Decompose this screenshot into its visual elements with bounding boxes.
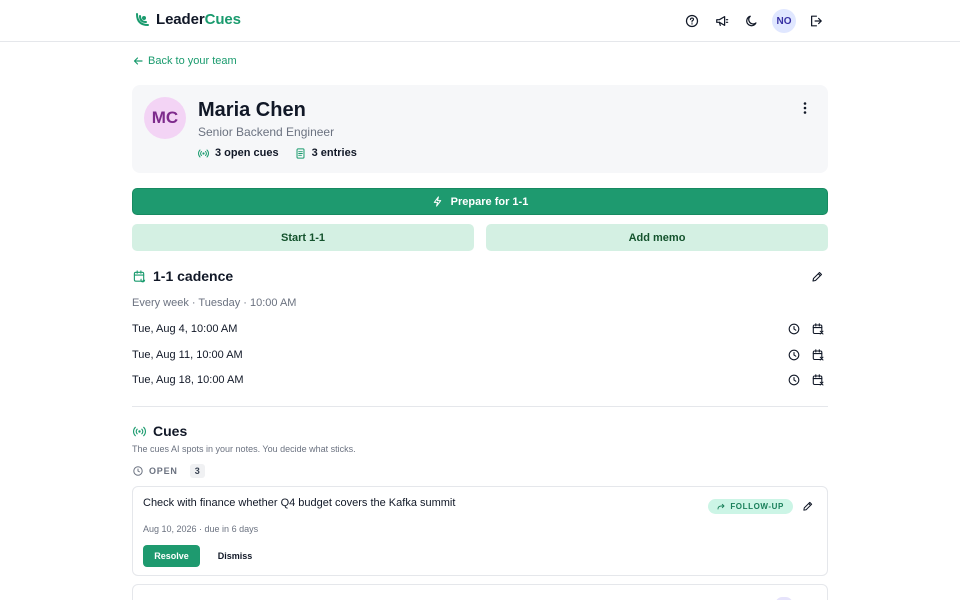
cue-due-date: Aug 10, 2026 · due in 6 days [143,524,259,534]
entries-count: 3 entries [311,147,357,159]
resolve-button[interactable]: Resolve [143,545,200,567]
open-count-badge: 3 [189,464,205,478]
cadence-title: 1-1 cadence [153,268,234,284]
clock-icon [133,466,143,476]
leadercues-logo-icon [136,12,149,26]
lightning-icon [433,196,441,207]
calendar-sync-icon [133,269,146,282]
calendar-x-icon[interactable] [812,374,824,386]
signal-icon [133,426,146,436]
cadence-session-row: Tue, Aug 4, 10:00 AM [132,320,828,338]
session-date: Tue, Aug 11, 10:00 AM [132,349,243,361]
member-profile-card: MC Maria Chen Senior Backend Engineer 3 … [132,85,828,173]
document-icon [296,147,305,159]
profile-more-menu-button[interactable] [800,100,810,116]
redo-arrow-icon [717,503,725,509]
add-memo-button[interactable]: Add memo [486,224,828,251]
section-divider [132,406,828,407]
moon-icon [746,15,757,27]
dismiss-button[interactable]: Dismiss [211,545,259,567]
signal-icon [198,149,209,157]
back-link-label: Back to your team [148,55,237,67]
edit-cue-pencil-icon[interactable] [802,501,813,512]
dark-mode-toggle[interactable] [742,9,762,33]
logout-button[interactable] [806,9,826,33]
open-label: OPEN [149,466,178,476]
calendar-x-icon[interactable] [812,349,824,361]
cues-section-header: Cues [133,423,187,439]
announcements-button[interactable] [712,9,732,33]
member-name: Maria Chen [198,99,306,121]
brand-name: LeaderCues [156,11,241,28]
cues-subtitle: The cues AI spots in your notes. You dec… [132,444,356,454]
open-cues-count: 3 open cues [215,147,279,159]
calendar-x-icon[interactable] [812,323,824,335]
user-avatar[interactable]: NO [772,9,796,33]
session-date: Tue, Aug 18, 10:00 AM [132,374,244,386]
cadence-section-header: 1-1 cadence [133,268,233,284]
edit-cadence-pencil-icon[interactable] [811,271,823,283]
cadence-session-row: Tue, Aug 18, 10:00 AM [132,371,828,389]
entries-stat: 3 entries [295,147,357,159]
cue-card [132,584,828,600]
logout-icon [811,15,822,27]
help-button[interactable] [682,9,702,33]
reschedule-clock-icon[interactable] [788,374,800,386]
tag-label: FOLLOW-UP [730,502,784,511]
session-date: Tue, Aug 4, 10:00 AM [132,323,238,335]
open-cues-stat: 3 open cues [198,147,279,159]
prepare-button-label: Prepare for 1-1 [450,195,529,208]
follow-up-tag: FOLLOW-UP [708,499,793,514]
start-1-1-button[interactable]: Start 1-1 [132,224,474,251]
reschedule-clock-icon[interactable] [788,323,800,335]
help-icon [685,14,699,28]
arrow-left-icon [133,57,143,65]
member-role: Senior Backend Engineer [198,125,335,139]
open-cues-filter[interactable]: OPEN 3 [133,464,205,478]
prepare-for-1-1-button[interactable]: Prepare for 1-1 [132,188,828,215]
more-vertical-icon [803,102,807,114]
top-navigation-bar: LeaderCues NO [0,0,960,42]
back-to-team-link[interactable]: Back to your team [133,55,237,67]
cue-text: Check with finance whether Q4 budget cov… [143,497,456,509]
cue-card: Check with finance whether Q4 budget cov… [132,486,828,576]
megaphone-icon [716,16,729,26]
member-avatar: MC [144,97,186,139]
cues-title: Cues [153,423,188,439]
cadence-schedule: Every week · Tuesday · 10:00 AM [132,297,297,309]
reschedule-clock-icon[interactable] [788,349,800,361]
cadence-session-row: Tue, Aug 11, 10:00 AM [132,346,828,364]
brand-logo-link[interactable]: LeaderCues [134,11,241,28]
